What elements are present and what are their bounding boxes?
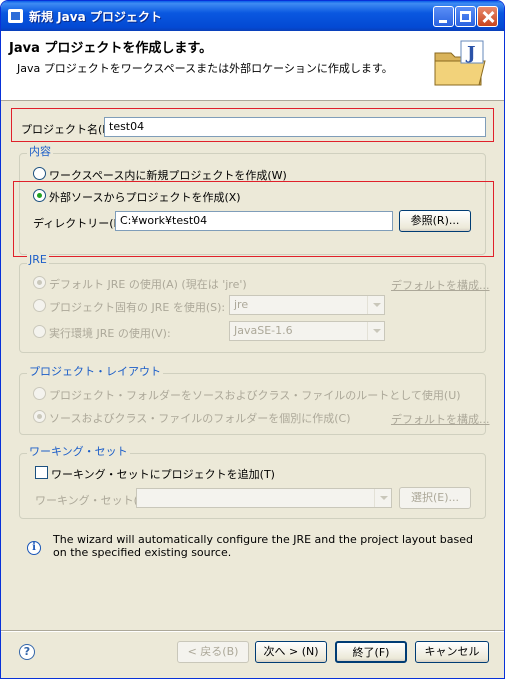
jre-group-title: JRE [27,253,49,266]
env-jre-radio[interactable] [33,325,46,338]
external-source-radio-label[interactable]: 外部ソースからプロジェクトを作成(X) [49,189,241,205]
minimize-button[interactable] [433,6,454,27]
select-working-set-button[interactable]: 選択(E)... [399,487,471,509]
working-set-group-title: ワーキング・セット [27,443,130,459]
banner-description: Java プロジェクトをワークスペースまたは外部ロケーションに作成します。 [17,62,393,75]
maximize-button[interactable] [455,6,476,27]
project-jre-label[interactable]: プロジェクト固有の JRE を使用(S): [49,299,225,315]
layout-separate-label[interactable]: ソースおよびクラス・ファイルのフォルダーを個別に作成(C) [49,410,351,426]
contents-group-title: 内容 [27,143,53,159]
cancel-button[interactable]: キャンセル [415,641,489,663]
working-set-combo[interactable] [136,488,392,508]
next-button[interactable]: 次へ > (N) [255,641,327,663]
directory-input[interactable]: C:¥work¥test04 [115,211,393,231]
env-jre-combo[interactable]: JavaSE-1.6 [229,321,385,341]
external-source-radio[interactable] [33,189,46,202]
project-jre-value: jre [234,298,249,311]
help-icon[interactable]: ? [19,644,35,660]
svg-text:J: J [465,43,476,64]
default-jre-radio[interactable] [33,276,46,289]
layout-root-label[interactable]: プロジェクト・フォルダーをソースおよびクラス・ファイルのルートとして使用(U) [49,387,461,403]
finish-button[interactable]: 終了(F) [335,641,407,663]
bottom-separator [1,630,504,632]
configure-layout-link[interactable]: デフォルトを構成... [391,411,490,427]
workspace-radio[interactable] [33,167,46,180]
close-button[interactable] [477,6,498,27]
layout-separate-radio[interactable] [33,410,46,423]
chevron-down-icon[interactable] [374,489,391,507]
chevron-down-icon[interactable] [367,296,384,314]
add-working-set-checkbox[interactable] [35,466,48,479]
add-working-set-label[interactable]: ワーキング・セットにプロジェクトを追加(T) [51,466,275,482]
wizard-banner: Java プロジェクトを作成します。 Java プロジェクトをワークスペースまた… [1,31,504,101]
info-message: The wizard will automatically configure … [53,533,473,559]
project-name-input[interactable]: test04 [104,117,486,137]
info-icon: i [27,541,41,555]
env-jre-label[interactable]: 実行環境 JRE の使用(V): [49,325,171,341]
window-title: 新規 Java プロジェクト [29,10,162,24]
default-jre-label[interactable]: デフォルト JRE の使用(A) (現在は 'jre') [49,276,247,292]
project-jre-combo[interactable]: jre [229,295,385,315]
project-jre-radio[interactable] [33,299,46,312]
back-button[interactable]: < 戻る(B) [177,641,249,663]
env-jre-value: JavaSE-1.6 [234,324,293,337]
working-set-group [19,453,486,519]
browse-button[interactable]: 参照(R)... [399,210,471,232]
java-app-icon [8,9,23,23]
title-bar[interactable]: 新規 Java プロジェクト [1,1,504,31]
configure-jre-link[interactable]: デフォルトを構成... [391,277,490,293]
project-name-label: プロジェクト名(P): [21,123,117,136]
wizard-window: 新規 Java プロジェクト Java プロジェクトを作成します。 Java プ… [0,0,505,679]
chevron-down-icon[interactable] [367,322,384,340]
banner-title: Java プロジェクトを作成します。 [9,41,213,56]
layout-root-radio[interactable] [33,387,46,400]
project-layout-group-title: プロジェクト・レイアウト [27,363,163,379]
java-project-folder-icon: J [434,40,486,86]
